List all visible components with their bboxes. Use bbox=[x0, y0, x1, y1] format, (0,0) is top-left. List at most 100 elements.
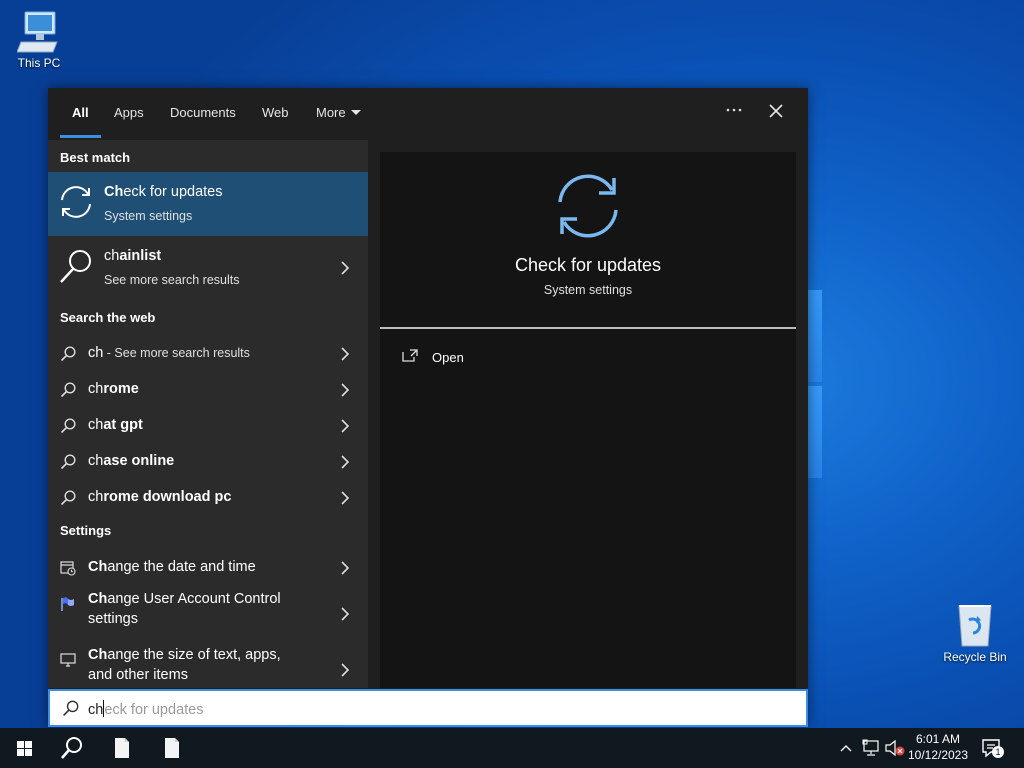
chevron-right-icon[interactable] bbox=[340, 663, 350, 677]
best-match-title-match: Ch bbox=[104, 184, 124, 200]
search-results-list: Best match Check for updates System sett… bbox=[48, 140, 368, 688]
web-result-rest: rome download pc bbox=[103, 489, 232, 505]
chevron-right-icon[interactable] bbox=[340, 419, 350, 433]
desktop-icon-label: Recycle Bin bbox=[943, 650, 1007, 664]
result-title-match: ch bbox=[104, 248, 120, 264]
web-result-text: ch - See more search results bbox=[88, 345, 250, 361]
settings-result-text: Change the date and time bbox=[88, 559, 256, 575]
result-subtitle: See more search results bbox=[104, 273, 240, 287]
chevron-right-icon[interactable] bbox=[340, 491, 350, 505]
close-button[interactable] bbox=[762, 100, 790, 124]
recycle-bin-icon bbox=[958, 605, 992, 647]
web-result-rest: at gpt bbox=[103, 417, 143, 433]
result-title-rest: ainlist bbox=[119, 248, 162, 264]
system-clock[interactable]: 6:01 AM 10/12/2023 bbox=[906, 731, 970, 763]
action-center-button[interactable]: 1 bbox=[978, 736, 1004, 760]
tab-more[interactable]: More bbox=[316, 105, 361, 120]
chevron-right-icon[interactable] bbox=[340, 561, 350, 575]
desktop-icon-label: This PC bbox=[17, 56, 61, 70]
search-panel: All Apps Documents Web More Best match C… bbox=[48, 88, 808, 727]
chevron-down-icon bbox=[350, 110, 361, 115]
search-input[interactable]: check for updates bbox=[48, 689, 808, 727]
clock-time: 6:01 AM bbox=[915, 732, 961, 746]
search-suggestion-text: eck for updates bbox=[104, 702, 204, 718]
section-heading-settings: Settings bbox=[60, 523, 112, 538]
web-result-text: chase online bbox=[88, 453, 174, 469]
windows-logo-icon bbox=[17, 741, 32, 756]
network-icon[interactable] bbox=[862, 739, 882, 757]
chevron-right-icon[interactable] bbox=[340, 383, 350, 397]
wallpaper-light-pane bbox=[808, 290, 822, 382]
best-match-item[interactable]: Check for updates System settings bbox=[48, 172, 368, 236]
search-icon bbox=[61, 737, 82, 759]
preview-divider bbox=[380, 327, 796, 329]
wallpaper-light-pane bbox=[808, 386, 822, 478]
search-input-text: check for updates bbox=[88, 700, 203, 718]
preview-subtitle: System settings bbox=[543, 283, 633, 297]
chevron-right-icon[interactable] bbox=[340, 607, 350, 621]
taskbar: 6:01 AM 10/12/2023 1 bbox=[0, 728, 1024, 768]
clock-date: 10/12/2023 bbox=[907, 748, 969, 762]
more-options-button[interactable] bbox=[720, 100, 748, 124]
web-result-item[interactable]: chrome download pc bbox=[48, 480, 368, 516]
desktop-icon-this-pc[interactable]: This PC bbox=[1, 8, 77, 70]
sync-icon bbox=[61, 186, 91, 218]
uac-flag-icon bbox=[61, 597, 74, 611]
tab-more-label: More bbox=[316, 105, 346, 120]
result-title: chainlist bbox=[104, 248, 161, 264]
volume-muted-icon[interactable] bbox=[884, 739, 906, 757]
calendar-clock-icon bbox=[60, 561, 76, 576]
web-result-match: ch bbox=[88, 453, 104, 469]
chevron-up-icon[interactable] bbox=[838, 740, 854, 756]
settings-result-rest-line2: settings bbox=[88, 611, 138, 627]
best-match-title-rest: eck for updates bbox=[123, 184, 223, 200]
chevron-right-icon[interactable] bbox=[340, 347, 350, 361]
taskbar-app-file[interactable] bbox=[98, 728, 146, 768]
tab-documents[interactable]: Documents bbox=[170, 105, 236, 120]
settings-result-item[interactable]: Change User Account Control settings bbox=[48, 586, 368, 642]
tab-web[interactable]: Web bbox=[262, 105, 289, 120]
best-match-subtitle: System settings bbox=[104, 209, 193, 223]
search-icon bbox=[63, 700, 79, 716]
settings-result-text: Change User Account Control settings bbox=[88, 589, 281, 629]
settings-result-item[interactable]: Change the date and time bbox=[48, 550, 368, 586]
search-icon bbox=[60, 250, 91, 283]
settings-result-rest-line2: and other items bbox=[88, 667, 188, 683]
web-result-item[interactable]: chat gpt bbox=[48, 408, 368, 444]
web-result-item[interactable]: chrome bbox=[48, 372, 368, 408]
web-result-item[interactable]: chase online bbox=[48, 444, 368, 480]
close-icon bbox=[769, 104, 783, 118]
settings-result-rest: ange the size of text, apps, bbox=[107, 647, 281, 663]
tab-apps[interactable]: Apps bbox=[114, 105, 144, 120]
search-icon bbox=[60, 454, 76, 470]
active-tab-indicator bbox=[60, 135, 101, 138]
tab-all[interactable]: All bbox=[72, 105, 89, 120]
web-result-hint: - See more search results bbox=[103, 346, 250, 360]
chevron-right-icon[interactable] bbox=[340, 261, 350, 275]
taskbar-app-file[interactable] bbox=[148, 728, 196, 768]
more-options-icon bbox=[726, 108, 742, 112]
search-icon bbox=[60, 382, 76, 398]
start-button[interactable] bbox=[0, 728, 48, 768]
chevron-right-icon[interactable] bbox=[340, 455, 350, 469]
computer-icon bbox=[17, 11, 58, 53]
notification-count-badge: 1 bbox=[992, 746, 1004, 758]
web-result-item[interactable]: ch - See more search results bbox=[48, 336, 368, 372]
sync-icon bbox=[558, 174, 618, 238]
section-heading-search-web: Search the web bbox=[60, 310, 156, 325]
web-result-rest: rome bbox=[103, 381, 139, 397]
result-chainlist[interactable]: chainlist See more search results bbox=[48, 236, 368, 300]
settings-result-text: Change the size of text, apps, and other … bbox=[88, 645, 281, 685]
settings-result-match: Ch bbox=[88, 559, 108, 575]
preview-title: Check for updates bbox=[514, 255, 662, 275]
open-external-icon bbox=[402, 349, 418, 362]
search-icon bbox=[60, 346, 76, 362]
web-result-match: ch bbox=[88, 381, 104, 397]
taskbar-search-button[interactable] bbox=[48, 728, 96, 768]
open-action-label: Open bbox=[432, 350, 464, 365]
document-icon bbox=[165, 738, 179, 758]
settings-result-rest: ange User Account Control bbox=[107, 591, 281, 607]
desktop-icon-recycle-bin[interactable]: Recycle Bin bbox=[937, 600, 1013, 664]
web-result-match: ch bbox=[88, 417, 104, 433]
search-icon bbox=[60, 490, 76, 506]
